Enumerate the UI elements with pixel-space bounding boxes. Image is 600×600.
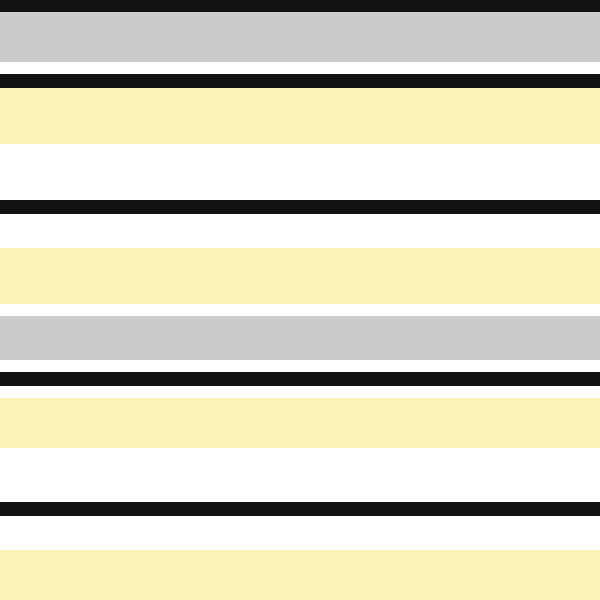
stripe-yellow	[0, 88, 600, 144]
stripe-black	[0, 200, 600, 214]
stripe-black	[0, 74, 600, 88]
stripe-pattern	[0, 0, 600, 600]
stripe-black	[0, 0, 600, 12]
stripe-yellow	[0, 248, 600, 304]
stripe-white	[0, 304, 600, 316]
stripe-white	[0, 448, 600, 502]
stripe-white	[0, 516, 600, 550]
stripe-yellow	[0, 550, 600, 600]
stripe-white	[0, 386, 600, 398]
stripe-yellow	[0, 398, 600, 448]
stripe-black	[0, 372, 600, 386]
stripe-silver	[0, 316, 600, 360]
stripe-white	[0, 62, 600, 74]
stripe-white	[0, 144, 600, 200]
stripe-white	[0, 360, 600, 372]
stripe-black	[0, 502, 600, 516]
stripe-white	[0, 214, 600, 248]
stripe-silver	[0, 12, 600, 62]
